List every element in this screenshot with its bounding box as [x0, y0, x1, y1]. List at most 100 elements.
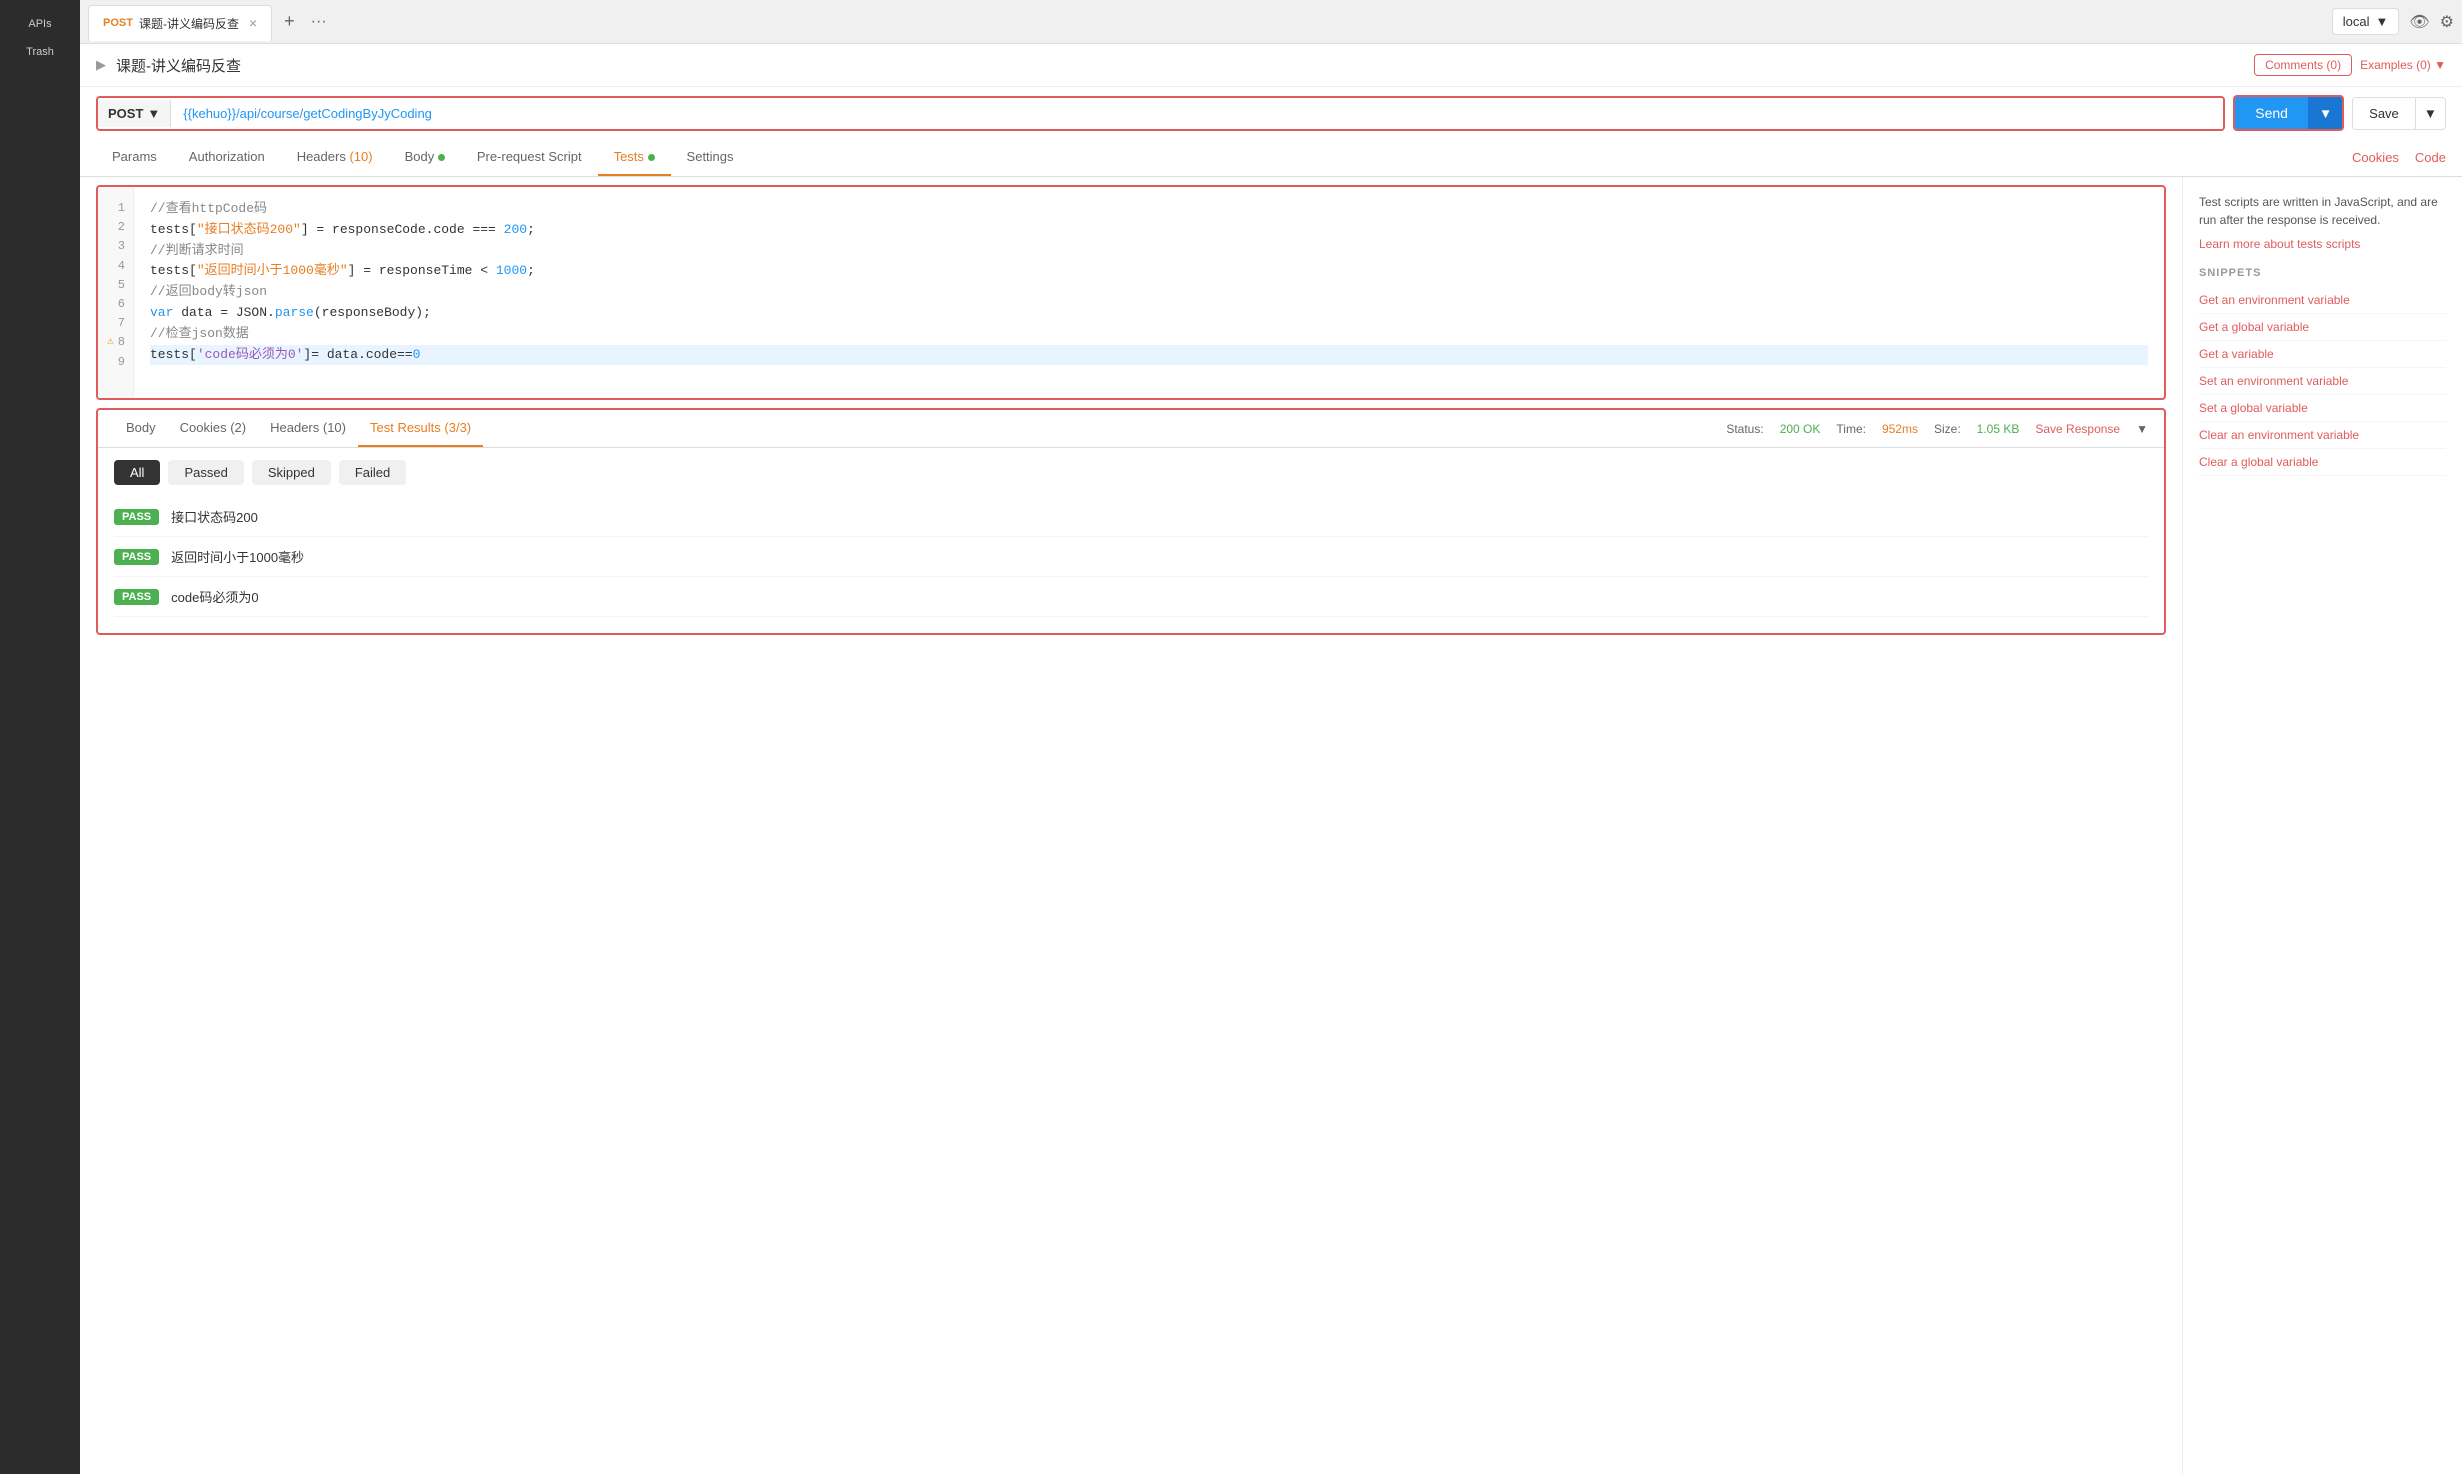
- sidebar-item-apis[interactable]: APIs: [0, 10, 80, 38]
- code-line-9: [150, 365, 2148, 386]
- send-button[interactable]: Send: [2235, 97, 2308, 129]
- bottom-tab-body[interactable]: Body: [114, 410, 168, 447]
- send-dropdown-button[interactable]: ▼: [2308, 97, 2342, 129]
- main-panel: POST 课题-讲义编码反查 × + ··· local ▼ 👁 ⚙ ▶ 课题-…: [80, 0, 2462, 1474]
- env-dropdown-icon: ▼: [2375, 14, 2388, 29]
- learn-more-link[interactable]: Learn more about tests scripts: [2199, 237, 2360, 251]
- save-label: Save: [2369, 106, 2399, 121]
- snippet-get-env-var[interactable]: Get an environment variable: [2199, 287, 2446, 314]
- bottom-tab-cookies[interactable]: Cookies (2): [168, 410, 258, 447]
- tab-authorization[interactable]: Authorization: [173, 139, 281, 176]
- save-dropdown-button[interactable]: ▼: [2415, 98, 2445, 129]
- code-line-4: tests["返回时间小于1000毫秒"] = responseTime < 1…: [150, 261, 2148, 282]
- new-tab-button[interactable]: +: [276, 11, 303, 32]
- breadcrumb-arrow-icon: ▶: [96, 57, 106, 73]
- time-value: 952ms: [1882, 422, 1918, 436]
- test-result-item: PASS 接口状态码200: [114, 497, 2148, 537]
- tab-params[interactable]: Params: [96, 139, 173, 176]
- bottom-panel: Body Cookies (2) Headers (10) Test Resul…: [96, 408, 2166, 635]
- sidebar: APIs Trash: [0, 0, 80, 1474]
- tab-settings[interactable]: Settings: [671, 139, 750, 176]
- sidebar-trash-label: Trash: [26, 46, 54, 58]
- tab-prerequest[interactable]: Pre-request Script: [461, 139, 598, 176]
- eye-icon[interactable]: 👁: [2409, 12, 2429, 32]
- code-link[interactable]: Code: [2415, 150, 2446, 165]
- comments-button[interactable]: Comments (0): [2254, 54, 2352, 76]
- test-result-item: PASS code码必须为0: [114, 577, 2148, 617]
- settings-icon[interactable]: ⚙: [2440, 12, 2454, 32]
- warning-icon: ⚠: [107, 334, 114, 352]
- send-label: Send: [2255, 105, 2288, 121]
- save-response-button[interactable]: Save Response: [2035, 422, 2120, 436]
- request-header: ▶ 课题-讲义编码反查 Comments (0) Examples (0) ▼: [80, 44, 2462, 87]
- bottom-tab-test-results[interactable]: Test Results (3/3): [358, 410, 483, 447]
- test-result-item: PASS 返回时间小于1000毫秒: [114, 537, 2148, 577]
- tab-body[interactable]: Body: [389, 139, 461, 176]
- tab-close-button[interactable]: ×: [249, 15, 257, 31]
- save-response-arrow[interactable]: ▼: [2136, 422, 2148, 436]
- filter-failed[interactable]: Failed: [339, 460, 406, 485]
- send-button-group: Send ▼: [2233, 95, 2344, 131]
- pass-badge-1: PASS: [114, 509, 159, 525]
- filter-skipped[interactable]: Skipped: [252, 460, 331, 485]
- cookies-link[interactable]: Cookies: [2352, 150, 2399, 165]
- test-label-2: 返回时间小于1000毫秒: [171, 547, 304, 566]
- code-editor-wrapper: 1 2 3 4 5 6 7 ⚠8 9 //查看httpCode码 t: [96, 185, 2166, 400]
- snippet-set-global-var[interactable]: Set a global variable: [2199, 395, 2446, 422]
- snippets-title: SNIPPETS: [2199, 267, 2446, 279]
- bottom-tab-headers[interactable]: Headers (10): [258, 410, 358, 447]
- url-input[interactable]: [171, 98, 2223, 129]
- request-tab[interactable]: POST 课题-讲义编码反查 ×: [88, 5, 272, 41]
- method-dropdown-icon: ▼: [147, 106, 160, 121]
- sidebar-apis-label: APIs: [28, 18, 51, 30]
- right-panel: Test scripts are written in JavaScript, …: [2182, 177, 2462, 1474]
- filter-tabs: All Passed Skipped Failed: [98, 448, 2164, 497]
- method-label: POST: [108, 106, 143, 121]
- snippet-clear-global-var[interactable]: Clear a global variable: [2199, 449, 2446, 476]
- filter-passed[interactable]: Passed: [168, 460, 243, 485]
- nav-tabs: Params Authorization Headers (10) Body P…: [80, 139, 2462, 177]
- editor-panel: 1 2 3 4 5 6 7 ⚠8 9 //查看httpCode码 t: [80, 177, 2182, 1474]
- comments-label: Comments (0): [2265, 58, 2341, 72]
- filter-all[interactable]: All: [114, 460, 160, 485]
- pass-badge-2: PASS: [114, 549, 159, 565]
- size-label: Size:: [1934, 422, 1961, 436]
- response-meta: Status: 200 OK Time: 952ms Size: 1.05 KB…: [1726, 422, 2148, 436]
- snippet-get-global-var[interactable]: Get a global variable: [2199, 314, 2446, 341]
- bottom-tabs: Body Cookies (2) Headers (10) Test Resul…: [98, 410, 2164, 448]
- tab-headers[interactable]: Headers (10): [281, 139, 389, 176]
- code-line-1: //查看httpCode码: [150, 199, 2148, 220]
- sidebar-item-trash[interactable]: Trash: [0, 38, 80, 66]
- code-line-7: //检查json数据: [150, 324, 2148, 345]
- save-button[interactable]: Save: [2353, 98, 2415, 129]
- examples-label: Examples (0): [2360, 58, 2431, 72]
- more-tabs-button[interactable]: ···: [303, 13, 335, 31]
- size-value: 1.05 KB: [1977, 422, 2020, 436]
- environment-selector[interactable]: local ▼: [2332, 8, 2400, 35]
- snippet-set-env-var[interactable]: Set an environment variable: [2199, 368, 2446, 395]
- code-line-2: tests["接口状态码200"] = responseCode.code ==…: [150, 220, 2148, 241]
- examples-arrow-icon: ▼: [2434, 58, 2446, 72]
- status-label: Status:: [1726, 422, 1763, 436]
- url-bar-container: POST ▼ Send ▼ Save ▼: [80, 87, 2462, 139]
- test-label-3: code码必须为0: [171, 587, 258, 606]
- code-line-8: tests['code码必须为0']= data.code==0: [150, 345, 2148, 366]
- snippet-clear-env-var[interactable]: Clear an environment variable: [2199, 422, 2446, 449]
- url-bar: POST ▼: [96, 96, 2225, 131]
- tab-tests[interactable]: Tests: [598, 139, 671, 176]
- status-value: 200 OK: [1780, 422, 1821, 436]
- method-selector[interactable]: POST ▼: [98, 100, 171, 127]
- examples-button[interactable]: Examples (0) ▼: [2360, 58, 2446, 72]
- env-name-label: local: [2343, 14, 2370, 29]
- code-line-6: var data = JSON.parse(responseBody);: [150, 303, 2148, 324]
- code-line-3: //判断请求时间: [150, 241, 2148, 262]
- pass-badge-3: PASS: [114, 589, 159, 605]
- request-name-label: 课题-讲义编码反查: [116, 55, 241, 76]
- snippet-get-var[interactable]: Get a variable: [2199, 341, 2446, 368]
- line-numbers: 1 2 3 4 5 6 7 ⚠8 9: [98, 187, 134, 398]
- tab-bar: POST 课题-讲义编码反查 × + ··· local ▼ 👁 ⚙: [80, 0, 2462, 44]
- code-line-5: //返回body转json: [150, 282, 2148, 303]
- time-label: Time:: [1836, 422, 1866, 436]
- code-editor[interactable]: 1 2 3 4 5 6 7 ⚠8 9 //查看httpCode码 t: [98, 187, 2164, 398]
- right-panel-description: Test scripts are written in JavaScript, …: [2199, 193, 2446, 229]
